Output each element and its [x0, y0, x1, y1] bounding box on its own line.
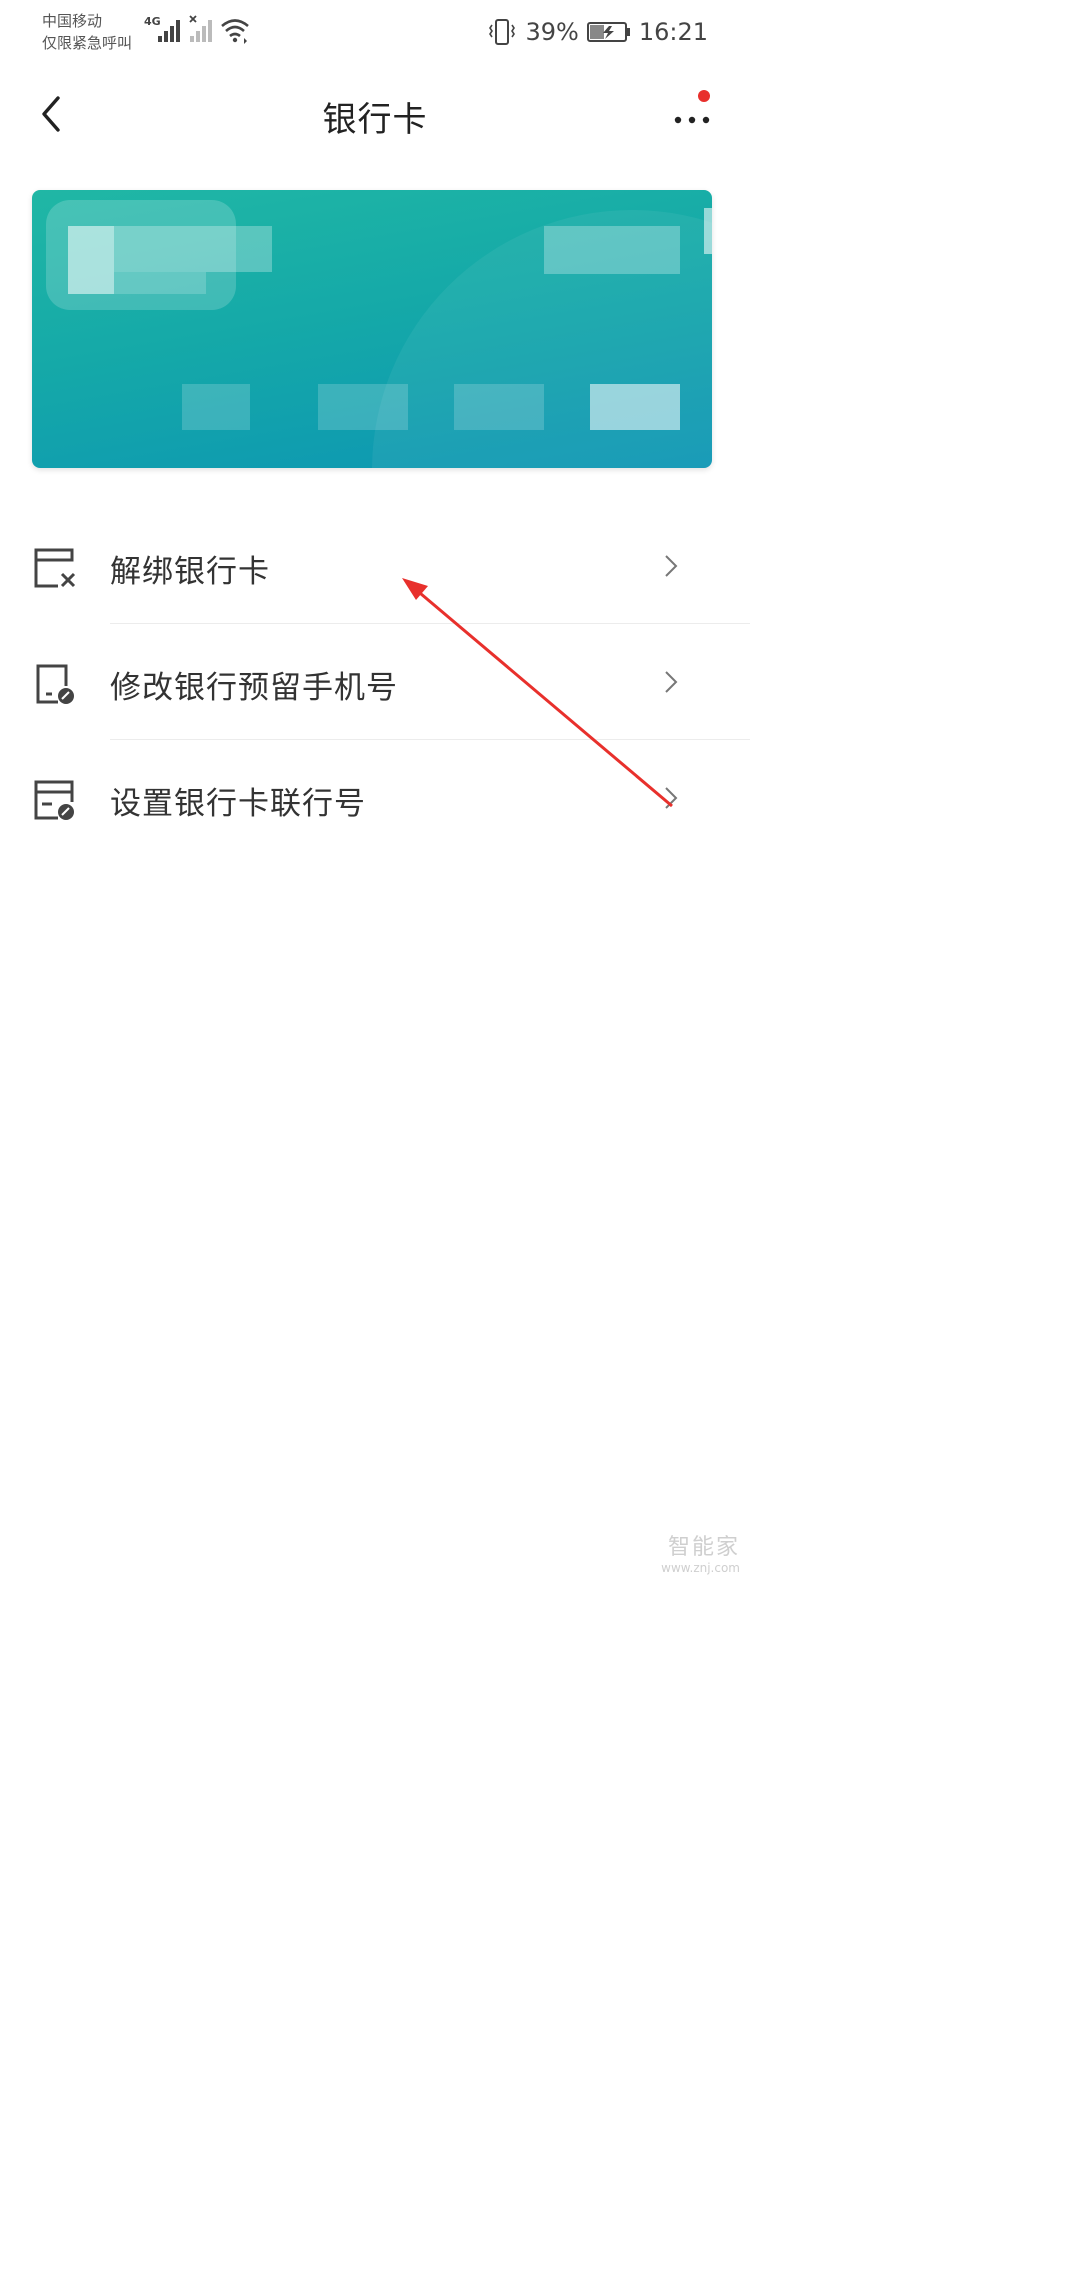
vibrate-icon — [489, 19, 516, 45]
battery-percent: 39% — [525, 18, 579, 46]
carrier-status: 仅限紧急呼叫 — [42, 34, 133, 52]
menu-item-change-phone[interactable]: 修改银行预留手机号 — [0, 624, 750, 740]
card-edit-icon — [34, 780, 74, 820]
card-options-list: 解绑银行卡 修改银行预留手机号 设置银行卡联行号 — [0, 508, 750, 856]
watermark-brand: 智能家 — [667, 1535, 740, 1560]
notification-dot — [698, 90, 710, 102]
watermark-url: www.znj.com — [661, 1561, 740, 1575]
chevron-right-icon — [665, 671, 678, 693]
wifi-icon — [221, 19, 249, 44]
network-type-label: 4G — [144, 15, 161, 28]
menu-item-label: 设置银行卡联行号 — [110, 786, 366, 822]
carrier-info: 中国移动 仅限紧急呼叫 — [42, 10, 132, 54]
menu-item-unbind-card[interactable]: 解绑银行卡 — [0, 508, 750, 624]
card-blur-number-3 — [454, 384, 544, 430]
battery-charging-icon — [586, 22, 630, 42]
menu-item-set-bank-code[interactable]: 设置银行卡联行号 — [0, 740, 750, 856]
clock: 16:21 — [638, 18, 708, 46]
watermark: 智能家 www.znj.com — [661, 1529, 740, 1575]
bank-card[interactable] — [32, 190, 712, 468]
carrier-name: 中国移动 — [42, 12, 103, 30]
menu-item-label: 解绑银行卡 — [110, 554, 270, 590]
card-blur-card-label — [544, 226, 680, 274]
more-dots-icon — [674, 116, 710, 124]
card-blur-card-type — [114, 272, 206, 294]
card-blur-number-2 — [318, 384, 408, 430]
chevron-right-icon — [665, 787, 678, 809]
chevron-right-icon — [665, 555, 678, 577]
card-blur-logo — [68, 226, 114, 294]
card-blur-edge — [704, 208, 712, 254]
card-blur-bank-name-2 — [114, 250, 272, 272]
card-blur-bank-name — [114, 226, 272, 250]
phone-edit-icon — [36, 664, 74, 704]
signal-no-sim-icon — [189, 15, 212, 42]
more-button[interactable] — [664, 86, 720, 142]
card-blur-number-1 — [182, 384, 250, 430]
page-title: 银行卡 — [322, 100, 428, 140]
status-bar: 中国移动 仅限紧急呼叫 4G 39% 16:21 — [0, 0, 750, 64]
menu-item-label: 修改银行预留手机号 — [110, 670, 398, 706]
status-right-group: 39% 16:21 — [487, 14, 708, 50]
card-blur-number-4 — [590, 384, 680, 430]
signal-4g-icon: 4G — [144, 15, 180, 42]
nav-bar: 银行卡 — [0, 64, 750, 164]
card-remove-icon — [34, 548, 76, 588]
